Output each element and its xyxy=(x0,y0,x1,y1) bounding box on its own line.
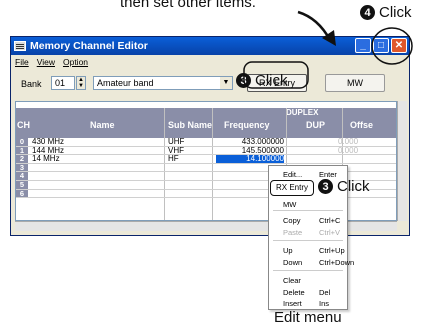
duplex-group-header: DUPLEX xyxy=(286,108,319,117)
col-name[interactable]: Name xyxy=(90,120,115,130)
window-title: Memory Channel Editor xyxy=(30,40,148,52)
grid-header: DUPLEX CH Name Sub Name Frequency DUP Of… xyxy=(16,108,396,138)
step4-callout: 4 Click xyxy=(360,4,412,21)
channel-sub-name: HF xyxy=(168,154,179,164)
table-row-selected[interactable]: 2 14 MHz HF 14.100000 xyxy=(16,155,396,164)
step-number-badge: 3 xyxy=(318,179,333,194)
channel-offset: 0.000 xyxy=(338,145,359,155)
menu-item-up[interactable]: Up xyxy=(283,246,293,255)
memory-channel-editor-window: Memory Channel Editor _ □ ✕ File View Op… xyxy=(10,36,410,236)
window-controls: _ □ ✕ xyxy=(355,38,407,53)
table-row[interactable]: 1 144 MHz VHF 145.500000 0.000 xyxy=(16,145,396,156)
menu-option[interactable]: Option xyxy=(63,57,88,67)
step-number-badge: 3 xyxy=(236,73,251,88)
shortcut-copy: Ctrl+C xyxy=(319,216,341,225)
channel-number: 3 xyxy=(16,163,28,172)
menu-item-edit[interactable]: Edit... xyxy=(283,170,302,179)
menu-view[interactable]: View xyxy=(37,57,55,67)
vertical-scrollbar[interactable] xyxy=(397,101,407,221)
channel-frequency: 433.000000 xyxy=(241,137,284,146)
step3-menu-callout: 3 Click xyxy=(318,178,370,195)
menu-item-paste[interactable]: Paste xyxy=(283,228,302,237)
channel-name: 430 MHz xyxy=(32,137,65,146)
channel-number: 1 xyxy=(16,146,28,155)
instruction-note: then set other items. xyxy=(120,0,256,11)
channel-number: 5 xyxy=(16,181,28,189)
col-ch[interactable]: CH xyxy=(17,120,30,130)
menu-bar: File View Option xyxy=(11,55,409,69)
menu-item-down[interactable]: Down xyxy=(283,258,302,267)
bank-label: Bank xyxy=(21,79,42,89)
channel-offset: 0.000 xyxy=(338,137,359,146)
channel-name: 14 MHz xyxy=(32,154,60,164)
app-icon xyxy=(14,41,26,51)
menu-item-mw[interactable]: MW xyxy=(283,200,296,209)
channel-number: 6 xyxy=(16,189,28,198)
bank-name-select[interactable]: Amateur band ▼ xyxy=(93,76,233,90)
channel-number: 4 xyxy=(16,172,28,180)
figure-caption: Edit menu xyxy=(274,309,342,326)
menu-divider xyxy=(273,210,343,211)
menu-item-delete[interactable]: Delete xyxy=(283,288,305,297)
shortcut-down: Ctrl+Down xyxy=(319,258,355,267)
step4-label: Click xyxy=(379,4,412,21)
maximize-button[interactable]: □ xyxy=(373,38,389,53)
bank-spin-button[interactable]: ▲ ▼ xyxy=(76,76,86,90)
menu-divider xyxy=(273,240,343,241)
toolbar: Bank 01 ▲ ▼ Amateur band ▼ RX Entry MW xyxy=(11,69,409,99)
step-number-badge: 4 xyxy=(360,5,375,20)
menu-file[interactable]: File xyxy=(15,57,29,67)
bank-name-value: Amateur band xyxy=(97,78,154,88)
title-bar: Memory Channel Editor _ □ ✕ xyxy=(11,37,409,55)
menu-item-clear[interactable]: Clear xyxy=(283,276,301,285)
mw-button[interactable]: MW xyxy=(325,74,385,92)
chevron-down-icon[interactable]: ▼ xyxy=(220,77,232,89)
minimize-button[interactable]: _ xyxy=(355,38,371,53)
step3-toolbar-callout: 3 Click xyxy=(236,72,288,89)
step3-toolbar-label: Click xyxy=(255,72,288,89)
channel-frequency: 14.100000 xyxy=(216,155,284,164)
bank-number-field[interactable]: 01 xyxy=(51,76,75,90)
channel-sub-name: UHF xyxy=(168,137,185,146)
menu-item-copy[interactable]: Copy xyxy=(283,216,301,225)
menu-item-insert[interactable]: Insert xyxy=(283,299,302,308)
col-dup[interactable]: DUP xyxy=(306,120,325,130)
col-frequency[interactable]: Frequency xyxy=(224,120,270,130)
shortcut-up: Ctrl+Up xyxy=(319,246,345,255)
menu-item-rx-entry[interactable]: RX Entry xyxy=(270,180,314,196)
channel-number: 2 xyxy=(16,155,28,163)
menu-divider xyxy=(273,270,343,271)
col-sub-name[interactable]: Sub Name xyxy=(168,120,212,130)
shortcut-insert: Ins xyxy=(319,299,330,308)
shortcut-delete: Del xyxy=(319,288,331,297)
step3-menu-label: Click xyxy=(337,178,370,195)
col-offset[interactable]: Offse xyxy=(350,120,373,130)
close-button[interactable]: ✕ xyxy=(391,38,407,53)
channel-number: 0 xyxy=(16,138,28,146)
shortcut-paste: Ctrl+V xyxy=(319,228,341,237)
